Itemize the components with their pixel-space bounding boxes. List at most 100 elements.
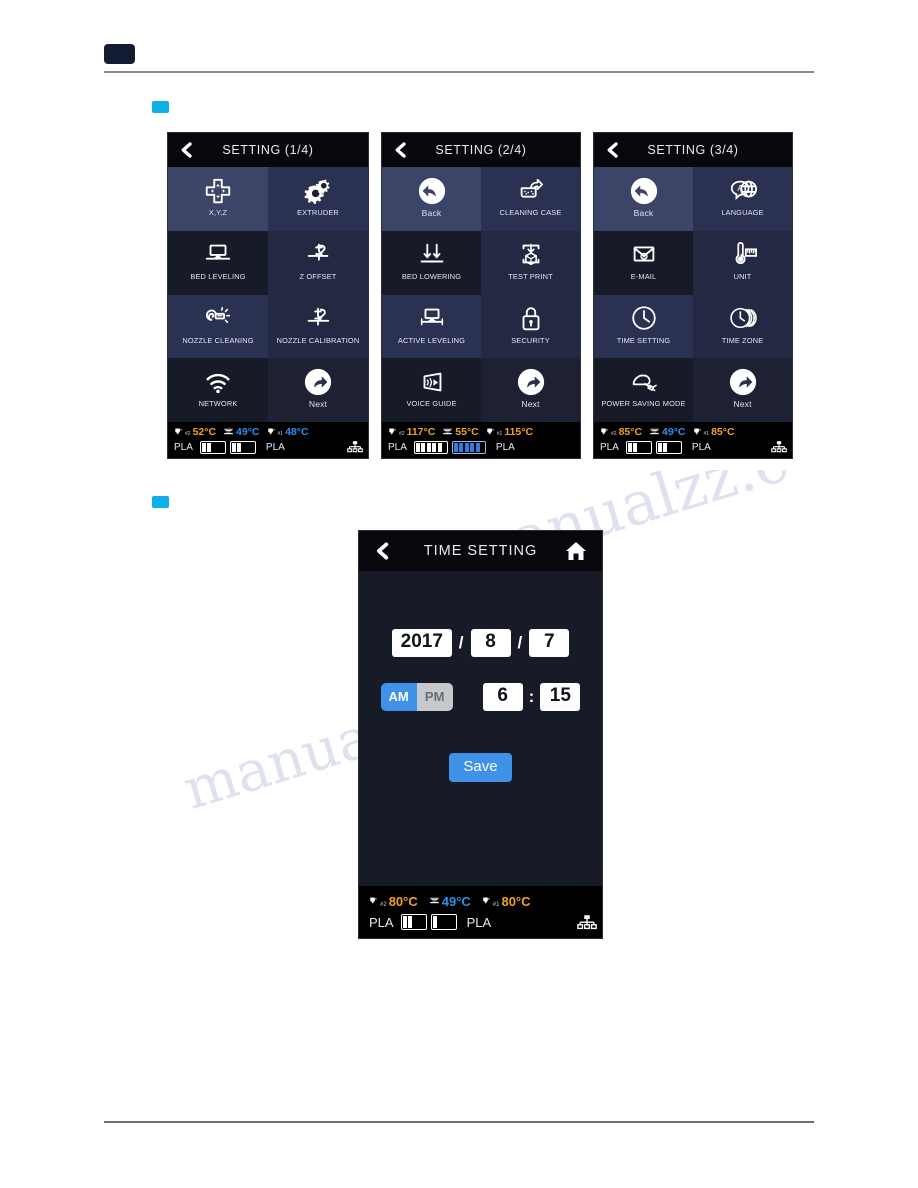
tile-nozzle-calibration[interactable]: NOZZLE CALIBRATION bbox=[268, 294, 368, 359]
right-material-label: PLA bbox=[691, 441, 711, 453]
setting-screen-1[interactable]: SETTING (1/4) X,Y,Z EXTRUDER BED LEVELING Z … bbox=[168, 133, 368, 458]
tile-label: BED LOWERING bbox=[401, 271, 462, 281]
tile-bed-lowering[interactable]: BED LOWERING bbox=[382, 230, 481, 295]
setting-screen-2[interactable]: SETTING (2/4) Back CLEANING CASE BED LOWERI… bbox=[382, 133, 580, 458]
left-material-label: PLA bbox=[369, 914, 394, 930]
unit-icon bbox=[728, 238, 758, 271]
back-button[interactable] bbox=[178, 139, 196, 161]
filament-segment bbox=[657, 442, 662, 452]
tile-cleaning-case[interactable]: CLEANING CASE bbox=[481, 167, 580, 231]
tile-test-print[interactable]: TEST PRINT bbox=[481, 230, 580, 295]
save-row: Save bbox=[359, 753, 602, 782]
tile-back[interactable]: Back bbox=[594, 167, 693, 231]
save-button[interactable]: Save bbox=[449, 753, 512, 782]
temperature-row: #2 80°C 49°C #1 80°C bbox=[369, 892, 598, 910]
tile-next[interactable]: Next bbox=[693, 358, 792, 422]
temp-value: 80°C bbox=[501, 893, 531, 909]
tile-time-zone[interactable]: TIME ZONE bbox=[693, 294, 792, 359]
temperature-reading: 49°C bbox=[649, 426, 686, 438]
filament-segment bbox=[627, 442, 632, 452]
right-material-label: PLA bbox=[466, 914, 492, 930]
day-input[interactable]: 7 bbox=[529, 629, 570, 657]
tile-active-leveling[interactable]: ACTIVE LEVELING bbox=[382, 294, 481, 359]
settings-grid: Back CLEANING CASE BED LOWERING TEST PRINT A… bbox=[382, 167, 580, 422]
power-plug-icon bbox=[629, 365, 659, 398]
filament-bar-left bbox=[199, 440, 226, 454]
tile-time-setting[interactable]: TIME SETTING bbox=[594, 294, 693, 359]
left-material-label: PLA bbox=[600, 441, 619, 453]
hour-input[interactable]: 6 bbox=[482, 683, 523, 711]
tile-label: Next bbox=[521, 399, 540, 410]
next-arrow-icon bbox=[516, 365, 546, 398]
tile-label: ACTIVE LEVELING bbox=[397, 335, 466, 345]
year-input[interactable]: 2017 bbox=[391, 629, 452, 657]
tile-voice-guide[interactable]: VOICE GUIDE bbox=[382, 358, 481, 422]
temp-value: 49°C bbox=[662, 426, 686, 438]
material-row: PLA PLA bbox=[174, 439, 363, 455]
month-input[interactable]: 8 bbox=[470, 629, 511, 657]
pm-option[interactable]: PM bbox=[416, 683, 453, 711]
temperature-reading: #1 80°C bbox=[482, 894, 531, 909]
header-divider bbox=[104, 71, 814, 73]
nozzle-icon bbox=[369, 896, 378, 906]
material-row: PLA PLA bbox=[600, 439, 787, 455]
meridiem-toggle[interactable]: AM PM bbox=[380, 683, 453, 711]
tile-z-offset[interactable]: Z OFFSET bbox=[268, 230, 368, 295]
ethernet-icon[interactable] bbox=[577, 914, 597, 931]
time-setting-screen[interactable]: TIME SETTING 2017/8/7 AM PM 6:15 Save #2 80°C 49… bbox=[359, 531, 602, 938]
tile-label: CLEANING CASE bbox=[499, 208, 562, 217]
filament-segment bbox=[402, 916, 407, 928]
temp-channel-label: #2 bbox=[611, 431, 617, 437]
back-button[interactable] bbox=[604, 139, 622, 161]
tile-label: E-MAIL bbox=[630, 271, 657, 281]
bed-lowering-icon bbox=[417, 238, 447, 271]
tile-bed-leveling[interactable]: BED LEVELING bbox=[168, 230, 268, 295]
back-button[interactable] bbox=[392, 139, 410, 161]
tile-next[interactable]: Next bbox=[268, 358, 368, 422]
tile-network[interactable]: NETWORK bbox=[168, 358, 268, 422]
setting-screen-3[interactable]: SETTING (3/4) Back A LANGUAGE @ E-MAIL UNIT TIM… bbox=[594, 133, 792, 458]
tile-label: SECURITY bbox=[511, 335, 550, 345]
nozzle-icon bbox=[388, 427, 397, 437]
tile-language[interactable]: A LANGUAGE bbox=[693, 167, 792, 231]
filament-segment bbox=[470, 442, 475, 452]
filament-bar-right bbox=[430, 914, 457, 930]
home-button[interactable] bbox=[564, 539, 588, 563]
filament-segment bbox=[464, 442, 469, 452]
nozzle-cleaning-icon bbox=[203, 302, 233, 335]
tile-e-mail[interactable]: @ E-MAIL bbox=[594, 230, 693, 295]
filament-segment bbox=[408, 916, 413, 928]
nozzle-icon bbox=[600, 427, 609, 437]
minute-input[interactable]: 15 bbox=[540, 683, 581, 711]
temp-value: 80°C bbox=[388, 893, 418, 909]
tile-next[interactable]: Next bbox=[481, 358, 580, 422]
tile-extruder[interactable]: EXTRUDER bbox=[268, 167, 368, 231]
temp-value: 117°C bbox=[406, 426, 436, 438]
nozzle-icon bbox=[174, 427, 183, 437]
filament-bar-left bbox=[413, 440, 448, 454]
nozzle-icon bbox=[486, 427, 495, 437]
ethernet-icon[interactable] bbox=[771, 440, 787, 454]
filament-bar-right bbox=[655, 440, 682, 454]
am-option[interactable]: AM bbox=[380, 683, 417, 711]
temperature-row: #2 117°C 55°C #1 115°C bbox=[388, 425, 576, 439]
back-button[interactable] bbox=[373, 539, 393, 563]
bed-icon bbox=[429, 896, 440, 906]
temperature-reading: #2 52°C bbox=[174, 426, 216, 438]
screen-title-bar: TIME SETTING bbox=[359, 531, 602, 571]
status-bar: #2 52°C 49°C #1 48°C PLA PLA bbox=[168, 422, 368, 458]
tile-security[interactable]: SECURITY bbox=[481, 294, 580, 359]
ethernet-icon[interactable] bbox=[347, 440, 363, 454]
tile-x-y-z[interactable]: X,Y,Z bbox=[168, 167, 268, 231]
temp-channel-label: #1 bbox=[277, 431, 284, 437]
tile-label: NOZZLE CALIBRATION bbox=[276, 335, 360, 345]
filament-segment bbox=[663, 442, 668, 452]
tile-power-saving-mode[interactable]: POWER SAVING MODE bbox=[594, 358, 693, 422]
filament-segment bbox=[237, 442, 242, 452]
screen-title-bar: SETTING (3/4) bbox=[594, 133, 792, 167]
tile-label: TEST PRINT bbox=[508, 271, 553, 281]
tile-unit[interactable]: UNIT bbox=[693, 230, 792, 295]
filament-segment bbox=[421, 442, 426, 452]
tile-nozzle-cleaning[interactable]: NOZZLE CLEANING bbox=[168, 294, 268, 359]
tile-back[interactable]: Back bbox=[382, 167, 481, 231]
